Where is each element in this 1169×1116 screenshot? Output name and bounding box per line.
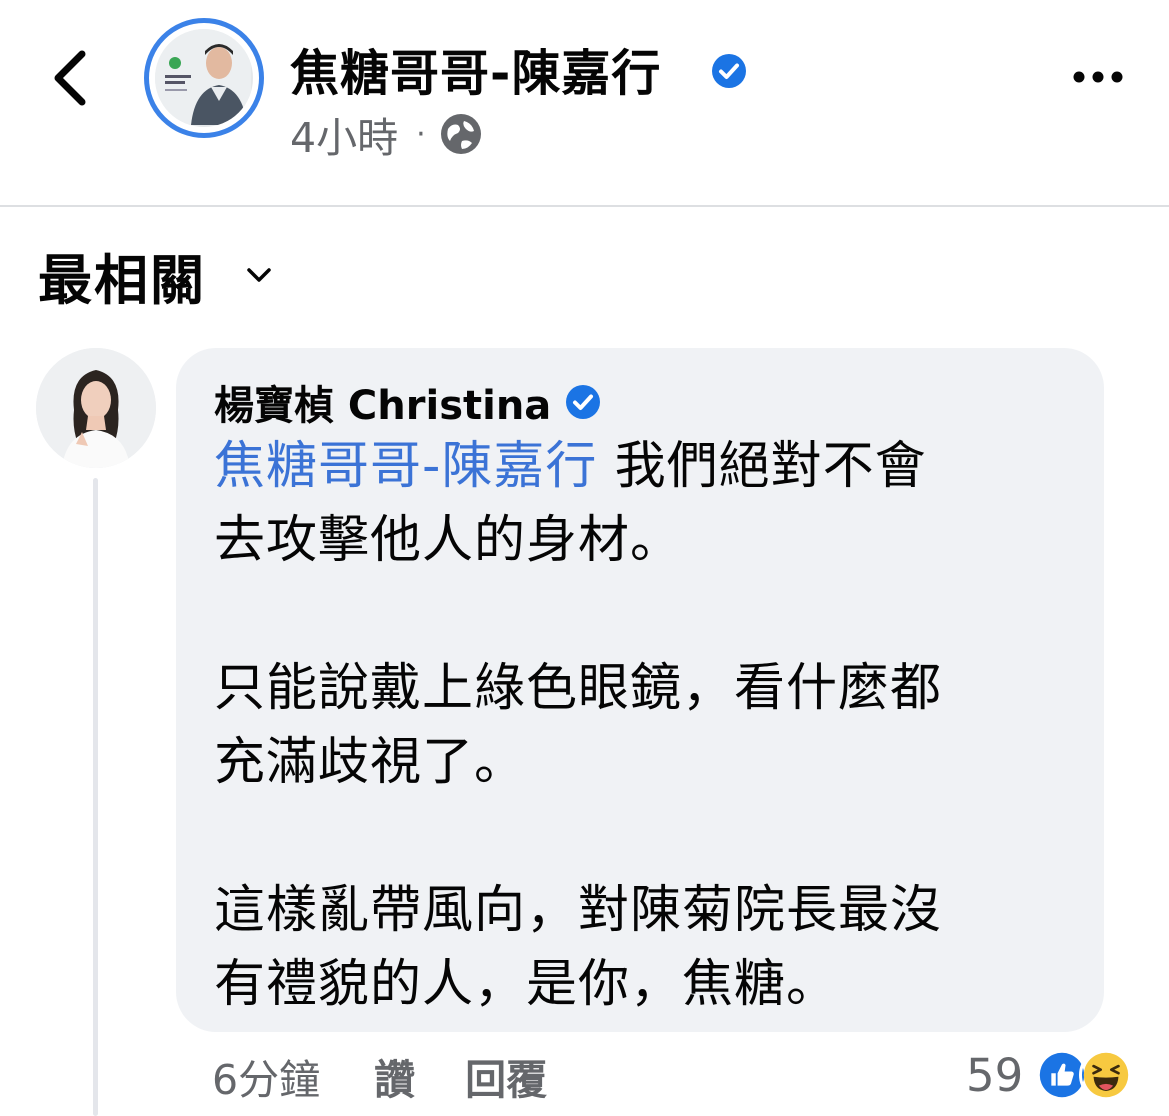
sort-label: 最相關 <box>38 248 206 312</box>
comment-text: 焦糖哥哥-陳嘉行 我們絕對不會 去攻擊他人的身材。 只能說戴上綠色眼鏡，看什麼都… <box>214 430 1084 1022</box>
comment-screen: 焦糖哥哥-陳嘉行 4小時 · 最相關 楊寶楨 Christina 焦糖哥哥-陳嘉… <box>0 0 1169 1116</box>
post-header: 焦糖哥哥-陳嘉行 4小時 · <box>0 0 1169 206</box>
comment-paragraph-3: 這樣亂帶風向，對陳菊院長最沒 有禮貌的人，是你，焦糖。 <box>214 874 1084 1022</box>
reaction-summary[interactable]: 59 <box>966 1042 1134 1108</box>
post-meta: 4小時 · <box>290 108 484 162</box>
post-time[interactable]: 4小時 <box>290 104 398 164</box>
globe-icon <box>440 114 481 154</box>
comment-author-name[interactable]: 楊寶楨 Christina <box>214 373 551 431</box>
comment-paragraph-2: 只能說戴上綠色眼鏡，看什麼都 充滿歧視了。 <box>214 652 1084 800</box>
comment-line-6: 有禮貌的人，是你，焦糖。 <box>214 955 839 1014</box>
chevron-down-icon <box>247 268 271 282</box>
comment-author[interactable]: 楊寶楨 Christina <box>214 373 603 431</box>
like-button[interactable]: 讚 <box>374 1046 415 1106</box>
reply-button[interactable]: 回覆 <box>465 1046 547 1106</box>
comment-paragraph-1: 焦糖哥哥-陳嘉行 我們絕對不會 去攻擊他人的身材。 <box>214 430 1084 578</box>
comment-actions: 6分鐘 讚 回覆 <box>212 1046 547 1106</box>
meta-separator: · <box>416 116 426 152</box>
verified-badge-icon <box>712 54 746 88</box>
page-avatar-image <box>155 29 253 127</box>
more-options-button[interactable] <box>1070 62 1126 92</box>
thread-line <box>93 478 98 1116</box>
comment-line-5: 這樣亂帶風向，對陳菊院長最沒 <box>214 881 943 940</box>
back-button[interactable] <box>44 44 104 112</box>
comment-bubble: 楊寶楨 Christina 焦糖哥哥-陳嘉行 我們絕對不會 去攻擊他人的身材。 … <box>176 348 1104 1032</box>
page-name[interactable]: 焦糖哥哥-陳嘉行 <box>290 34 661 105</box>
comment-sort-selector[interactable]: 最相關 <box>38 240 272 312</box>
comment-time[interactable]: 6分鐘 <box>212 1046 320 1106</box>
header-divider <box>0 205 1169 207</box>
reaction-count: 59 <box>966 1048 1024 1102</box>
comment-line-1: 我們絕對不會 <box>597 437 927 496</box>
chevron-left-icon <box>54 50 86 106</box>
mention-link[interactable]: 焦糖哥哥-陳嘉行 <box>214 437 597 496</box>
haha-icon <box>1079 1048 1134 1102</box>
page-avatar[interactable] <box>144 18 264 138</box>
comment-line-4: 充滿歧視了。 <box>214 733 527 792</box>
comment-line-2: 去攻擊他人的身材。 <box>214 511 683 570</box>
comment-line-3: 只能說戴上綠色眼鏡，看什麼都 <box>214 659 943 718</box>
verified-badge-icon <box>566 385 601 419</box>
more-icon <box>1073 71 1123 83</box>
commenter-avatar[interactable] <box>36 348 156 468</box>
